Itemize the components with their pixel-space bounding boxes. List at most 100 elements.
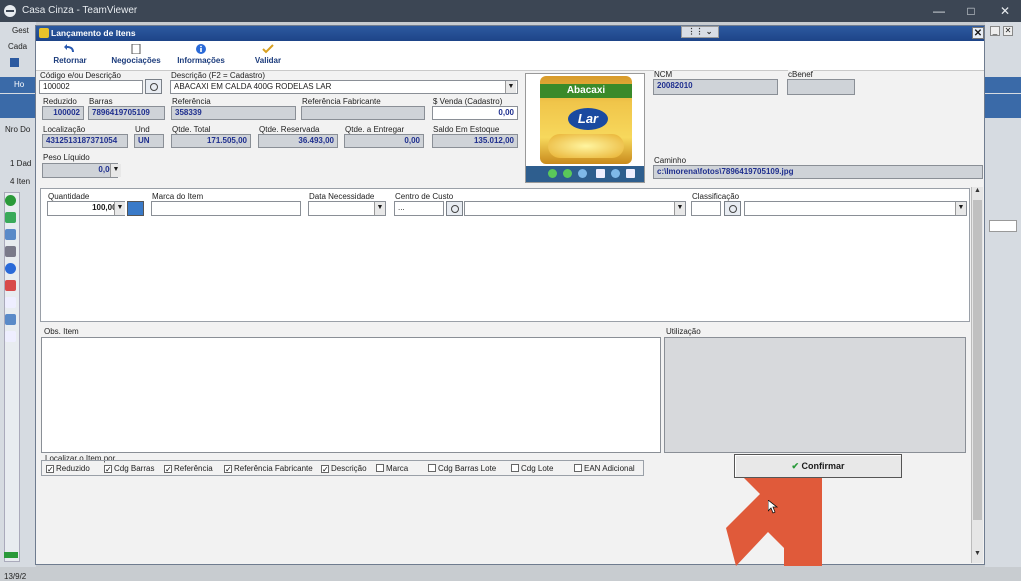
window-title: Casa Cinza - TeamViewer bbox=[22, 5, 138, 16]
codigo-search-button[interactable] bbox=[145, 79, 162, 94]
localizar-option-marca[interactable]: Marca bbox=[376, 464, 408, 473]
page-icon[interactable] bbox=[5, 297, 16, 308]
localizar-option-cdg-barras-lote[interactable]: Cdg Barras Lote bbox=[428, 464, 496, 473]
document-icon bbox=[130, 43, 142, 55]
dialog-scrollbar[interactable]: ▲ ▼ bbox=[971, 187, 983, 563]
obs-textarea[interactable] bbox=[41, 337, 661, 453]
quantidade-calc-button[interactable] bbox=[127, 201, 144, 216]
negociacoes-button[interactable]: Negociações bbox=[108, 43, 164, 70]
descricao-select[interactable]: ABACAXI EM CALDA 400G RODELAS LAR bbox=[170, 80, 518, 94]
page-icon-small[interactable] bbox=[596, 169, 605, 178]
localizar-option-reduzido[interactable]: ✓ Reduzido bbox=[46, 464, 90, 474]
marca-input[interactable] bbox=[151, 201, 301, 216]
checkbox-icon[interactable] bbox=[574, 464, 582, 472]
close-window-button[interactable]: ✕ bbox=[996, 3, 1014, 19]
teamviewer-panel-toggle[interactable]: ⋮⋮ ⌄ bbox=[681, 26, 719, 38]
status-indicator bbox=[4, 552, 18, 558]
sheet-icon[interactable] bbox=[5, 212, 16, 223]
informacoes-label: Informações bbox=[177, 56, 225, 65]
bg-menu-cadastro[interactable]: Cada bbox=[8, 42, 27, 51]
classificacao-select[interactable] bbox=[744, 201, 967, 216]
dialog-title-bar: Lançamento de Itens ⋮⋮ ⌄ ✕ bbox=[36, 26, 984, 41]
bg-close-button[interactable]: ✕ bbox=[1003, 26, 1013, 36]
checkbox-icon[interactable]: ✓ bbox=[46, 465, 54, 474]
bg-tab-itens[interactable]: 4 Iten bbox=[10, 177, 30, 186]
barras-label: Barras bbox=[89, 97, 113, 106]
ref-fabricante-value bbox=[301, 106, 425, 120]
dialog-app-icon bbox=[39, 28, 49, 38]
peso-value[interactable]: 0,00 bbox=[42, 163, 118, 178]
trash-icon[interactable] bbox=[5, 246, 16, 257]
centro-custo-dropdown-icon[interactable]: ▼ bbox=[674, 202, 685, 215]
data-necessidade-label: Data Necessidade bbox=[309, 192, 375, 201]
peso-dropdown-icon[interactable]: ▼ bbox=[110, 164, 121, 177]
qtde-entregar-label: Qtde. a Entregar bbox=[345, 125, 405, 134]
centro-custo-select[interactable] bbox=[464, 201, 686, 216]
bg-tab-dados[interactable]: 1 Dad bbox=[10, 159, 31, 168]
localizar-option-referência-fabricante[interactable]: ✓ Referência Fabricante bbox=[224, 464, 313, 474]
qtde-reservada-value: 36.493,00 bbox=[258, 134, 338, 148]
localizacao-value: 4312513187371054 bbox=[42, 134, 128, 148]
zoom-icon[interactable] bbox=[578, 169, 587, 178]
document-side-icon[interactable] bbox=[5, 331, 16, 342]
data-dropdown-icon[interactable]: ▼ bbox=[374, 202, 385, 215]
prev-image-icon[interactable] bbox=[548, 169, 557, 178]
localizar-option-label: Referência bbox=[174, 464, 213, 473]
localizar-option-ean-adicional[interactable]: EAN Adicional bbox=[574, 464, 635, 473]
checkbox-icon[interactable] bbox=[376, 464, 384, 472]
mouse-cursor-icon bbox=[768, 500, 778, 514]
checkbox-icon[interactable]: ✓ bbox=[224, 465, 232, 474]
delete-icon[interactable] bbox=[5, 280, 16, 291]
ref-fabricante-label: Referência Fabricante bbox=[302, 97, 381, 106]
scroll-down-icon[interactable]: ▼ bbox=[972, 550, 983, 561]
qtde-total-value: 171.505,00 bbox=[171, 134, 251, 148]
checkbox-icon[interactable]: ✓ bbox=[164, 465, 172, 474]
venda-value[interactable]: 0,00 bbox=[432, 106, 518, 120]
caminho-value: c:\Imorena\fotos\7896419705109.jpg bbox=[653, 165, 983, 179]
copy-image-icon[interactable] bbox=[626, 169, 635, 178]
classificacao-dropdown-icon[interactable]: ▼ bbox=[955, 202, 966, 215]
localizar-option-cdg-barras[interactable]: ✓ Cdg Barras bbox=[104, 464, 155, 474]
centro-custo-search-button[interactable] bbox=[446, 201, 463, 216]
quantidade-label: Quantidade bbox=[48, 192, 90, 201]
localizar-option-referência[interactable]: ✓ Referência bbox=[164, 464, 213, 474]
next-image-icon[interactable] bbox=[563, 169, 572, 178]
list-icon[interactable] bbox=[5, 229, 16, 240]
quantidade-dropdown-icon[interactable]: ▼ bbox=[114, 202, 125, 215]
validar-label: Validar bbox=[254, 56, 282, 65]
localizar-option-label: Descrição bbox=[331, 464, 367, 473]
scroll-thumb[interactable] bbox=[973, 200, 982, 520]
grid-icon[interactable] bbox=[5, 314, 16, 325]
classificacao-code-input[interactable] bbox=[691, 201, 721, 216]
dialog-close-button[interactable]: ✕ bbox=[972, 27, 984, 39]
add-icon[interactable] bbox=[5, 195, 16, 206]
descricao-dropdown-icon[interactable]: ▼ bbox=[505, 81, 516, 93]
barras-value: 7896419705109 bbox=[88, 106, 165, 120]
background-app-left: Gest Cada Ho Nro Do 1 Dad 4 Iten 13/9/2 bbox=[0, 22, 36, 581]
checkbox-icon[interactable]: ✓ bbox=[104, 465, 112, 474]
checkbox-icon[interactable]: ✓ bbox=[321, 465, 329, 474]
scroll-up-icon[interactable]: ▲ bbox=[972, 187, 983, 198]
localizar-option-descrição[interactable]: ✓ Descrição bbox=[321, 464, 367, 474]
localizar-option-cdg-lote[interactable]: Cdg Lote bbox=[511, 464, 553, 473]
save-image-icon[interactable] bbox=[611, 169, 620, 178]
validar-button[interactable]: Validar bbox=[248, 43, 288, 70]
retornar-button[interactable]: Retornar bbox=[50, 43, 90, 70]
classificacao-search-button[interactable] bbox=[724, 201, 741, 216]
minimize-button[interactable]: — bbox=[930, 3, 948, 19]
bg-toolbar-icon[interactable] bbox=[10, 58, 19, 67]
bg-tab-home[interactable]: Ho bbox=[14, 80, 24, 89]
bg-minimize-button[interactable]: _ bbox=[990, 26, 1000, 36]
checkbox-icon[interactable] bbox=[428, 464, 436, 472]
informacoes-button[interactable]: Informações bbox=[173, 43, 229, 70]
utilizacao-area bbox=[664, 337, 966, 453]
checkbox-icon[interactable] bbox=[511, 464, 519, 472]
info-side-icon[interactable] bbox=[5, 263, 16, 274]
localizar-option-label: Cdg Barras Lote bbox=[438, 464, 497, 473]
codigo-input[interactable]: 100002 bbox=[39, 80, 143, 94]
product-image: Abacaxi Lar bbox=[540, 76, 632, 164]
centro-custo-code-input[interactable]: ... bbox=[394, 201, 444, 216]
localizar-option-label: Cdg Barras bbox=[114, 464, 155, 473]
maximize-button[interactable]: □ bbox=[962, 3, 980, 19]
cbenef-label: cBenef bbox=[788, 70, 813, 79]
